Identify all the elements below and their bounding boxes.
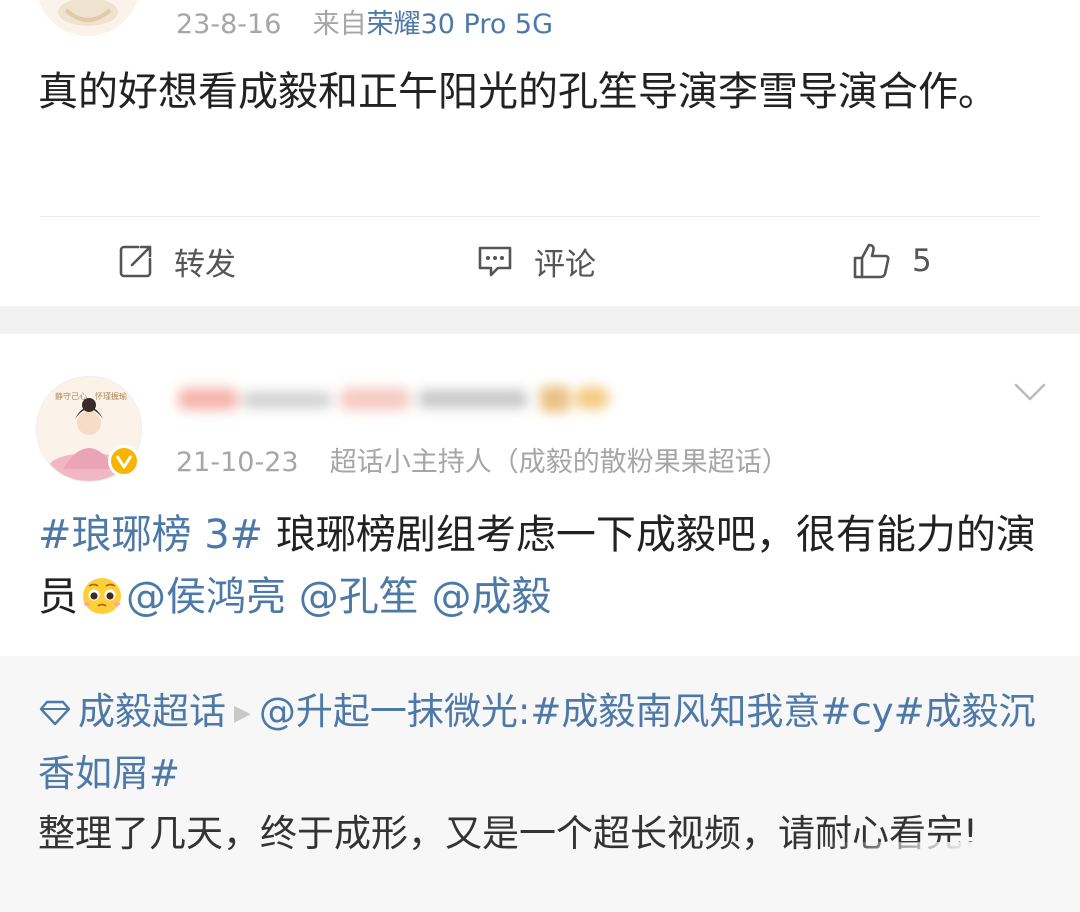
comment-icon	[478, 246, 512, 277]
device-link[interactable]: 荣耀30 Pro 5G	[367, 9, 553, 40]
user-avatar[interactable]	[36, 0, 140, 36]
comment-button[interactable]: 评论	[476, 236, 596, 286]
chevron-down-icon[interactable]	[1014, 382, 1046, 402]
repost-button[interactable]: 转发	[118, 236, 236, 286]
repost-icon	[119, 245, 152, 278]
post-meta: 21-10-23 超话小主持人（成毅的散粉果果超话）	[176, 440, 789, 479]
mention-link[interactable]: @孔笙	[299, 574, 419, 620]
weibo-post-1: 23-8-16 来自荣耀30 Pro 5G 真的好想看成毅和正午阳光的孔笙导演李…	[0, 0, 1080, 306]
username-blurred[interactable]	[172, 378, 622, 418]
like-count: 5	[912, 243, 932, 279]
repost-content[interactable]: 成毅超话 ▶ @升起一抹微光:#成毅南风知我意#cy#成毅沉香如屑# 整理了几天，终…	[0, 656, 1080, 912]
pleading-emoji-icon	[83, 578, 121, 614]
thumbs-up-icon	[853, 243, 890, 279]
source-prefix: 来自	[312, 9, 367, 40]
super-topic-link[interactable]: 成毅超话	[78, 690, 226, 733]
user-role: 超话小主持人（成毅的散粉果果超话）	[329, 447, 789, 478]
divider	[40, 216, 1040, 217]
post-text: #琅琊榜 3# 琅琊榜剧组考虑一下成毅吧，很有能力的演员 @侯鸿亮 @孔笙 @成…	[38, 504, 1038, 628]
like-button[interactable]: 5	[852, 236, 932, 286]
fade-overlay	[820, 842, 1080, 912]
diamond-icon	[39, 700, 71, 726]
comment-label: 评论	[534, 246, 596, 283]
post-date: 21-10-23	[176, 447, 299, 478]
post-meta: 23-8-16 来自荣耀30 Pro 5G	[176, 2, 553, 41]
repost-text: 成毅超话 ▶ @升起一抹微光:#成毅南风知我意#cy#成毅沉香如屑# 整理了几天，终…	[38, 682, 1048, 864]
mention-link[interactable]: @成毅	[431, 574, 551, 620]
mention-link[interactable]: @侯鸿亮	[126, 574, 286, 620]
weibo-post-2: 静守己心 怀瑾握瑜 21-10-23 超话小主持人（成毅的散粉果果超话） #琅琊…	[0, 334, 1080, 656]
verified-badge-icon	[108, 445, 140, 477]
hashtag-link[interactable]: #琅琊榜 3#	[38, 512, 263, 558]
repost-label: 转发	[174, 246, 236, 283]
triangle-icon: ▶	[234, 701, 251, 726]
post-text: 真的好想看成毅和正午阳光的孔笙导演李雪导演合作。	[38, 69, 998, 115]
post-date: 23-8-16	[176, 9, 282, 40]
repost-user-link[interactable]: @升起一抹微光:	[259, 690, 530, 733]
